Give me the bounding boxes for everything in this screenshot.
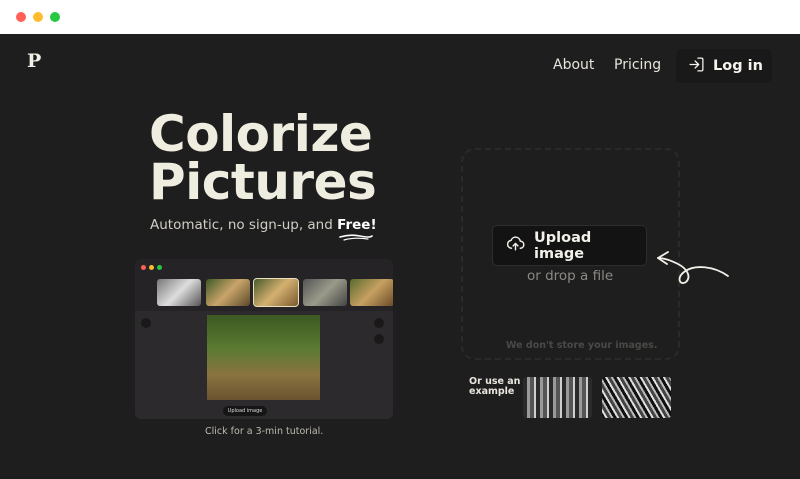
demo-thumbnail [350,279,393,306]
example-image-1[interactable] [523,377,592,418]
demo-menu-icon [141,318,151,328]
maximize-window-dot[interactable] [50,12,60,22]
minimize-window-dot[interactable] [33,12,43,22]
tutorial-video-preview[interactable]: Upload image [135,259,393,419]
hero-title-line2: Pictures [149,153,377,211]
login-label: Log in [713,58,763,74]
example-image-2[interactable] [602,377,671,418]
hero-title-line1: Colorize [149,105,373,163]
brand-logo[interactable]: P [27,50,41,72]
login-icon [688,56,705,77]
nav-pricing-link[interactable]: Pricing [614,57,661,73]
demo-thumbnail [303,279,347,306]
privacy-note: We don't store your images. [506,340,658,351]
hand-drawn-arrow-icon [657,251,729,284]
demo-thumbnail [157,279,201,306]
hero-subtitle: Automatic, no sign-up, and Free! [150,217,377,233]
hero-subtitle-free: Free! [337,217,377,233]
demo-toolbar [135,259,393,311]
nav-about-link[interactable]: About [553,57,594,73]
browser-window-bar [0,0,800,34]
demo-colorized-photo [207,315,320,400]
hero-subtitle-prefix: Automatic, no sign-up, and [150,217,338,233]
upload-image-label: Upload image [534,229,592,262]
upload-image-button[interactable]: Upload image [492,225,647,266]
tutorial-caption[interactable]: Click for a 3-min tutorial. [205,426,323,437]
upload-cloud-icon [506,234,525,257]
demo-thumbnail [206,279,250,306]
demo-edit-icon [374,334,384,344]
demo-compare-icon [374,318,384,328]
drop-file-hint: or drop a file [527,268,614,284]
login-button[interactable]: Log in [676,49,772,83]
hero-title: Colorize Pictures [149,105,377,211]
examples-label: Or use an example [469,377,520,397]
free-underline-swoosh [339,234,373,241]
demo-thumbnail-selected [253,278,299,307]
page: P About Pricing Log in Colorize Pictures… [0,34,800,479]
demo-green-dot [157,265,162,270]
demo-red-dot [141,265,146,270]
close-window-dot[interactable] [16,12,26,22]
demo-yellow-dot [149,265,154,270]
demo-upload-button: Upload image [223,406,267,416]
examples-label-line2: example [469,386,515,397]
